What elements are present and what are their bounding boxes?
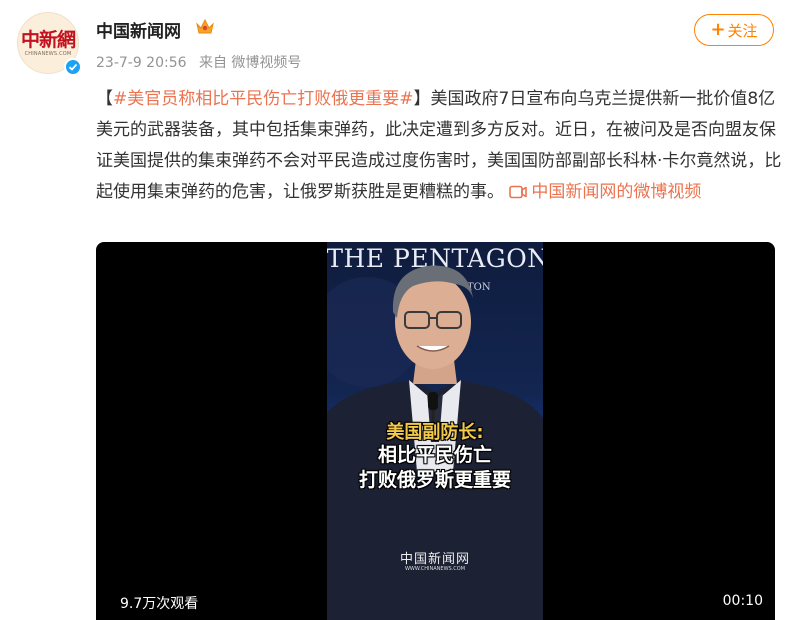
video-link-label: 中国新闻网的微博视频 <box>531 182 702 202</box>
post-text: 【#美官员称相比平民伤亡打败俄更重要#】美国政府7日宣布向乌克兰提供新一批价值8… <box>96 84 782 208</box>
video-caption-line2: 相比平民伤亡 <box>377 444 492 466</box>
avatar-logo-text: 中新網 <box>20 28 76 51</box>
video-duration: 00:10 <box>722 593 763 609</box>
post-meta: 23-7-9 20:56 来自 微博视频号 <box>96 52 309 72</box>
video-link[interactable]: 中国新闻网的微博视频 <box>509 182 701 202</box>
plus-icon: + <box>710 19 726 40</box>
verified-badge-icon <box>64 58 82 76</box>
topic-link[interactable]: #美官员称相比平民伤亡打败俄更重要# <box>113 89 414 109</box>
video-icon <box>509 185 528 199</box>
bracket-open: 【 <box>96 89 113 109</box>
bracket-close: 】 <box>413 89 431 109</box>
follow-button[interactable]: + 关注 <box>694 14 774 46</box>
video-caption-line3: 打败俄罗斯更重要 <box>358 469 511 491</box>
account-name[interactable]: 中国新闻网 <box>96 17 181 42</box>
crown-icon <box>196 18 214 34</box>
video-watermark: 中国新闻网 <box>399 552 470 567</box>
video-frame[interactable]: THE PENTAGON TON 美国副防长: 相比平民伤亡 打败俄罗斯更重要 … <box>327 242 543 620</box>
video-player[interactable]: THE PENTAGON TON 美国副防长: 相比平民伤亡 打败俄罗斯更重要 … <box>96 242 775 620</box>
view-count: 9.7万次观看 <box>120 596 199 612</box>
post-source: 来自 微博视频号 <box>198 55 302 71</box>
video-watermark-en: WWW.CHINANEWS.COM <box>404 566 466 572</box>
avatar-logo-subtext: CHINANEWS.COM <box>24 50 72 57</box>
follow-button-label: 关注 <box>727 21 758 40</box>
post-date[interactable]: 23-7-9 20:56 <box>96 55 187 71</box>
